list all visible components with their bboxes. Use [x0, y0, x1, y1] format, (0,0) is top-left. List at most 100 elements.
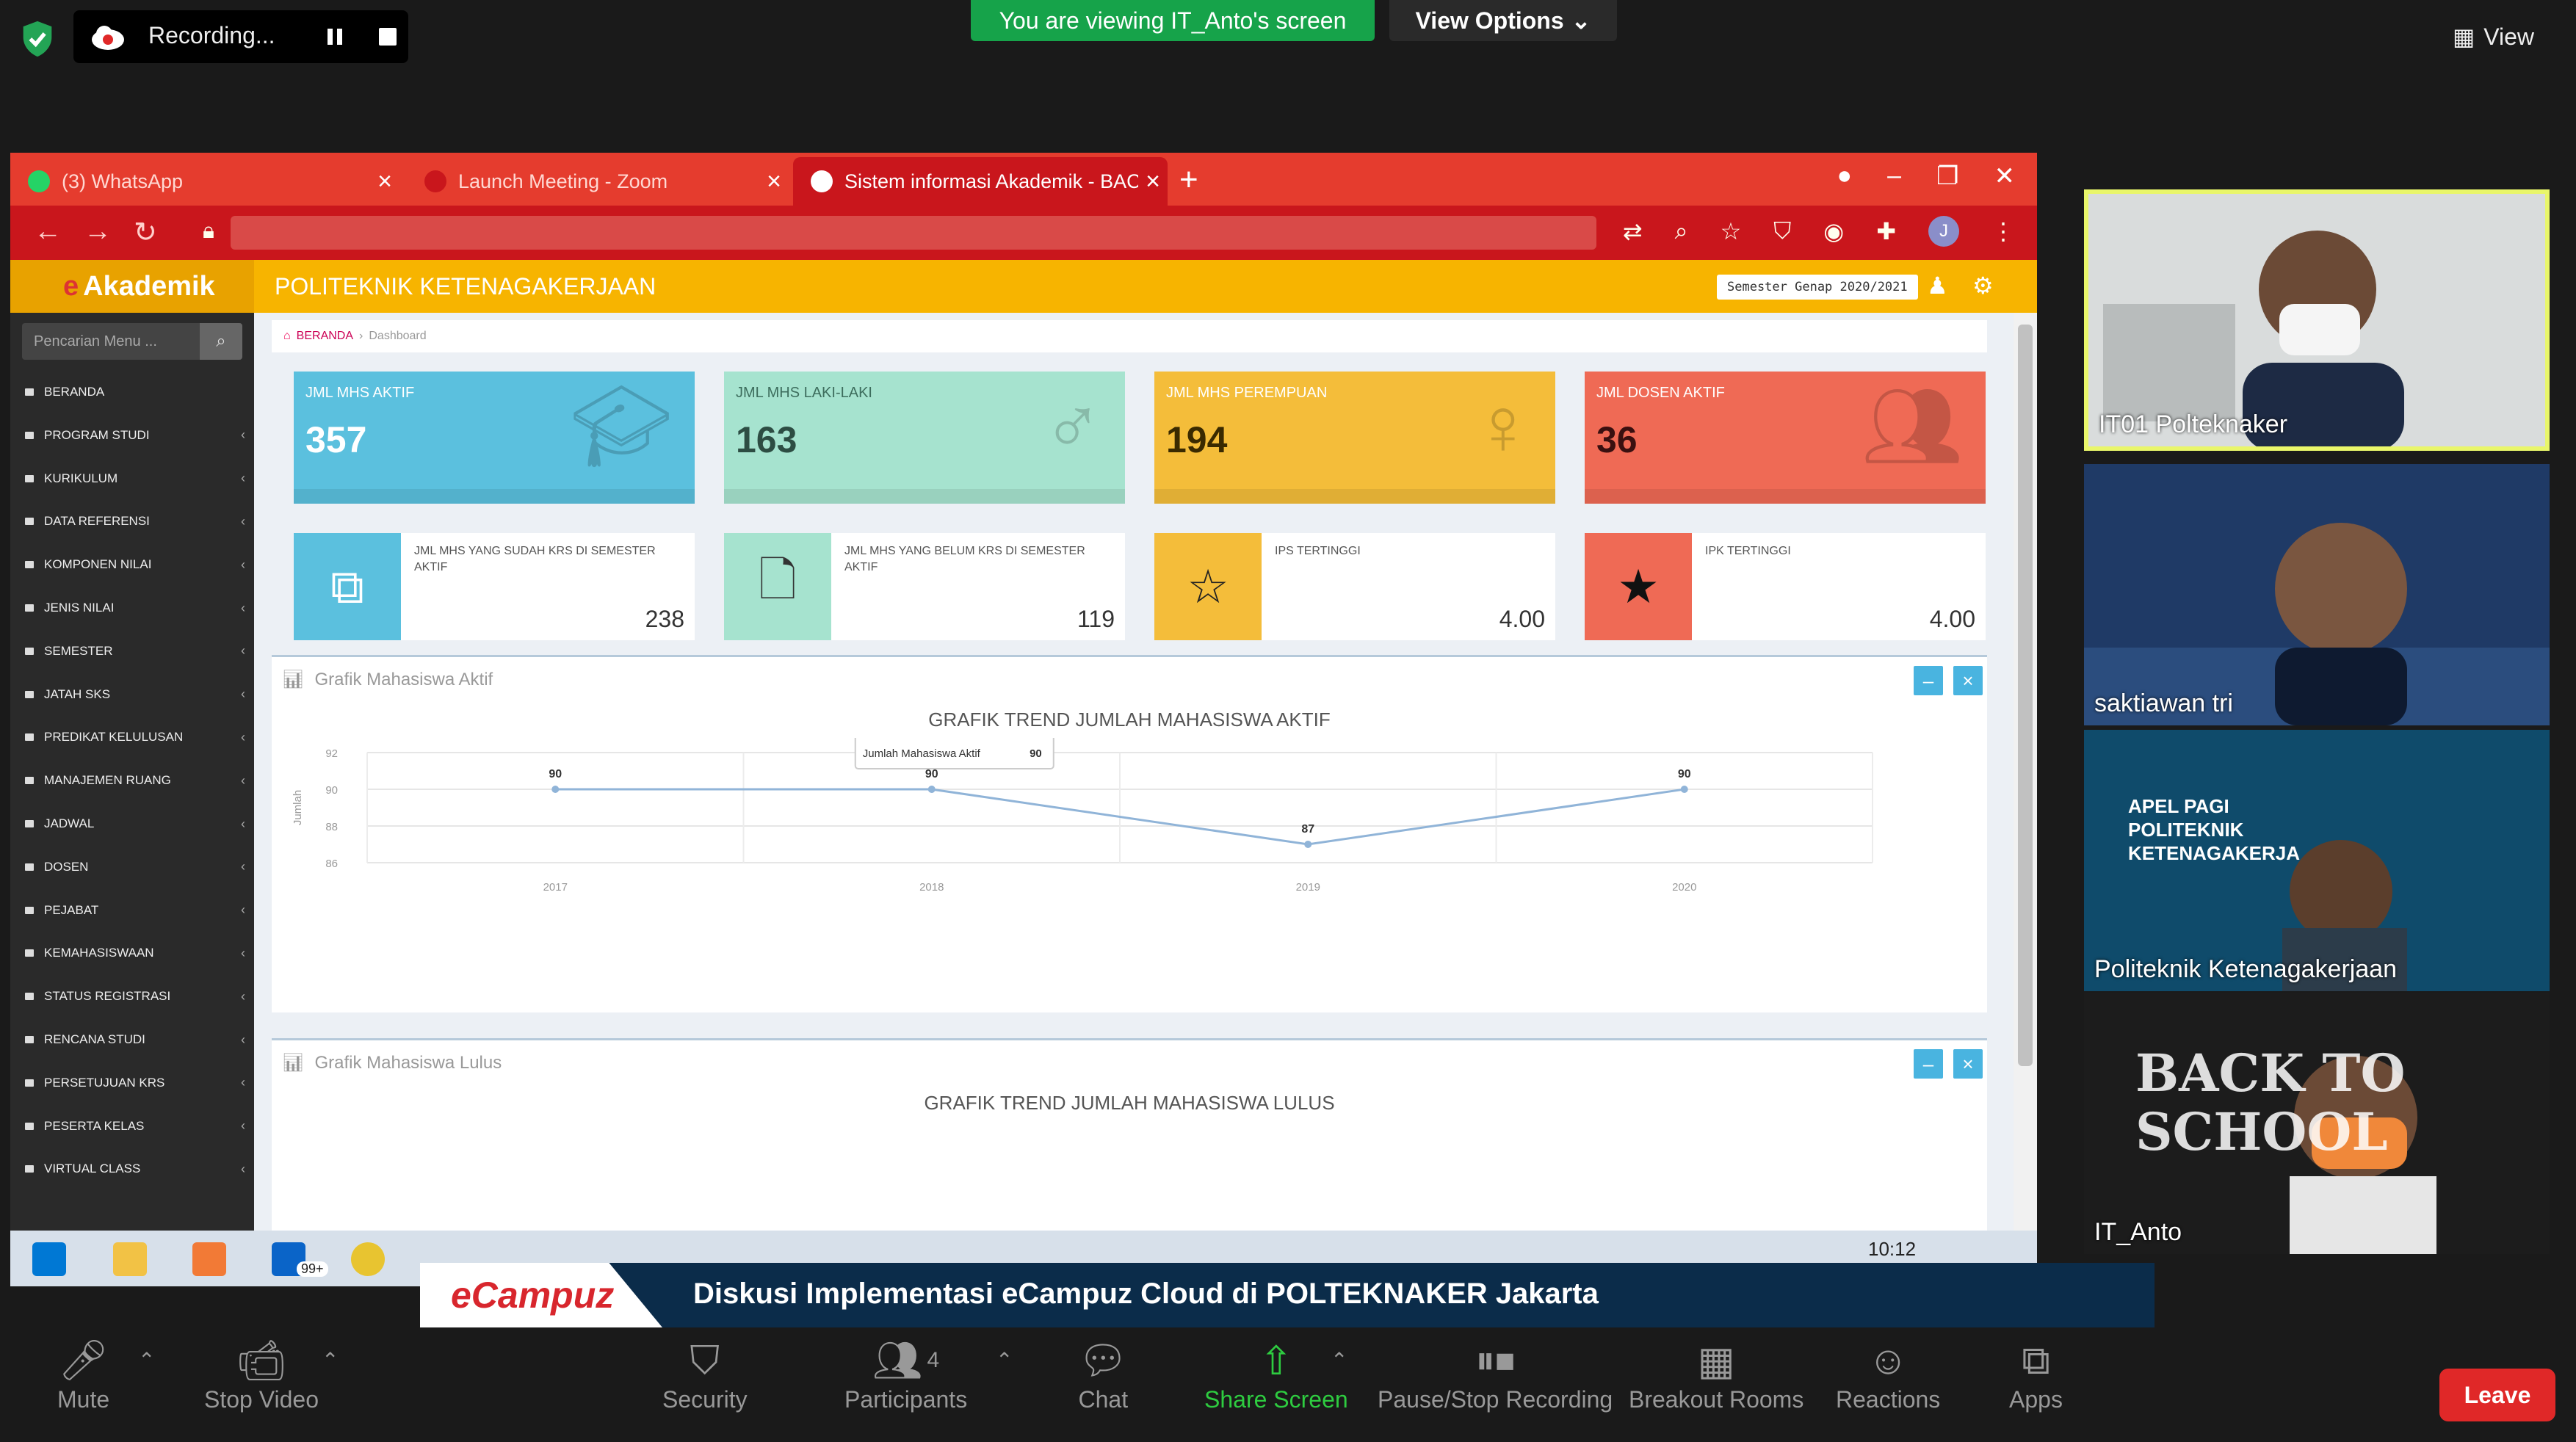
- stop-video-button[interactable]: 📹︎ Stop Video: [204, 1335, 319, 1413]
- profile-avatar-icon[interactable]: J: [1928, 216, 1959, 247]
- share-options-caret-icon[interactable]: ⌃: [1331, 1348, 1347, 1372]
- puzzle-icon[interactable]: ✚: [1876, 217, 1896, 245]
- maximize-icon[interactable]: ❐: [1936, 162, 1958, 191]
- sidebar-item[interactable]: RENCANA STUDI ‹: [25, 1028, 245, 1051]
- info-box-sudah-krs[interactable]: ⧉ JML MHS YANG SUDAH KRS DI SEMESTER AKT…: [294, 533, 695, 640]
- bookmark-star-icon[interactable]: ☆: [1721, 217, 1742, 245]
- back-arrow-icon[interactable]: ←: [34, 216, 62, 247]
- search-icon[interactable]: ⌕: [200, 323, 242, 360]
- tab-whatsapp[interactable]: (3) WhatsApp ×: [10, 157, 399, 206]
- breadcrumb-home-link[interactable]: BERANDA: [297, 330, 353, 343]
- leave-meeting-button[interactable]: Leave: [2439, 1369, 2555, 1421]
- sidebar-item[interactable]: KEMAHASISWAAN ‹: [25, 941, 245, 965]
- sidebar-item[interactable]: DATA REFERENSI ‹: [25, 510, 245, 533]
- info-box-belum-krs[interactable]: 🗋︎ JML MHS YANG BELUM KRS DI SEMESTER AK…: [724, 533, 1125, 640]
- sidebar-item-label: JATAH SKS: [44, 686, 111, 701]
- participants-options-caret-icon[interactable]: ⌃: [996, 1348, 1013, 1372]
- sidebar-item[interactable]: MANAJEMEN RUANG ‹: [25, 769, 245, 792]
- audio-options-caret-icon[interactable]: ⌃: [138, 1348, 155, 1372]
- remove-button[interactable]: ×: [1953, 666, 1983, 695]
- tab-zoom[interactable]: Launch Meeting - Zoom ×: [407, 157, 789, 206]
- sidebar-item[interactable]: JADWAL ‹: [25, 812, 245, 836]
- sidebar-item[interactable]: STATUS REGISTRASI ‹: [25, 985, 245, 1008]
- info-box-ips-tertinggi[interactable]: ☆ IPS TERTINGGI 4.00: [1154, 533, 1555, 640]
- security-shield-icon[interactable]: [16, 18, 59, 60]
- security-button[interactable]: ⛉ Security: [662, 1335, 748, 1413]
- pause-recording-icon[interactable]: [325, 26, 345, 47]
- video-options-caret-icon[interactable]: ⌃: [322, 1348, 339, 1372]
- reactions-button[interactable]: ☺ Reactions: [1836, 1335, 1940, 1413]
- close-window-icon[interactable]: ✕: [1994, 162, 2016, 191]
- translate-icon[interactable]: ⇄: [1623, 217, 1643, 245]
- folder-icon: [25, 518, 34, 526]
- brand-logo[interactable]: e Akademik: [10, 260, 254, 313]
- security-shield-icon: ⛉: [690, 1338, 720, 1383]
- chrome-icon[interactable]: [351, 1242, 385, 1276]
- windows-start-icon[interactable]: [32, 1242, 66, 1276]
- info-box-ipk-tertinggi[interactable]: ★ IPK TERTINGGI 4.00: [1585, 533, 1986, 640]
- apps-button[interactable]: ⧉ Apps: [2009, 1335, 2063, 1413]
- collapse-button[interactable]: –: [1914, 666, 1943, 695]
- close-tab-icon[interactable]: ×: [370, 167, 399, 196]
- chevron-left-icon: ‹: [241, 729, 245, 744]
- sidebar-item[interactable]: DOSEN ‹: [25, 855, 245, 879]
- tab-akademik[interactable]: Sistem informasi Akademik - BAC ×: [793, 157, 1168, 206]
- new-tab-button[interactable]: +: [1179, 162, 1198, 198]
- stat-box-mhs-aktif[interactable]: JML MHS AKTIF 357 🎓︎: [294, 372, 695, 504]
- stop-recording-icon[interactable]: [379, 28, 397, 46]
- participant-tile-active[interactable]: IT01 Polteknaker: [2084, 189, 2550, 451]
- sidebar-item[interactable]: KURIKULUM ‹: [25, 467, 245, 490]
- sidebar-item[interactable]: JENIS NILAI ‹: [25, 596, 245, 620]
- remove-button[interactable]: ×: [1953, 1049, 1983, 1079]
- sidebar-item[interactable]: JATAH SKS ‹: [25, 683, 245, 706]
- collapse-button[interactable]: –: [1914, 1049, 1943, 1079]
- chevron-left-icon: ‹: [241, 686, 245, 702]
- camera-icon[interactable]: ◉: [1823, 217, 1844, 245]
- sidebar-item[interactable]: PEJABAT ‹: [25, 899, 245, 922]
- zoom-icon[interactable]: ⌕: [1675, 217, 1688, 245]
- whatsapp-icon: [28, 170, 50, 192]
- forward-arrow-icon[interactable]: →: [84, 216, 112, 247]
- participant-tile[interactable]: BACK TO SCHOOL IT_Anto: [2084, 993, 2550, 1254]
- sidebar-item[interactable]: BERANDA: [25, 380, 245, 404]
- url-input[interactable]: [231, 216, 1596, 250]
- sidebar-item[interactable]: SEMESTER ‹: [25, 640, 245, 663]
- share-screen-button[interactable]: ⇧ Share Screen: [1204, 1335, 1348, 1413]
- participants-button[interactable]: 👥︎ 4 Participants: [844, 1335, 967, 1413]
- x-tick-label: 2019: [1296, 881, 1320, 894]
- xampp-icon[interactable]: [192, 1242, 226, 1276]
- minimize-icon[interactable]: –: [1887, 162, 1901, 191]
- pause-stop-recording-button[interactable]: ⏸︎⏹︎ Pause/Stop Recording: [1378, 1335, 1613, 1413]
- mute-button[interactable]: 🎤︎ Mute: [57, 1335, 109, 1413]
- scrollbar-thumb[interactable]: [2018, 325, 2033, 1066]
- chat-button[interactable]: 💬︎ Chat: [1078, 1335, 1129, 1413]
- folder-icon: [25, 431, 34, 439]
- reload-icon[interactable]: ↻: [134, 216, 157, 249]
- view-options-button[interactable]: View Options ⌄: [1389, 0, 1617, 41]
- gear-icon[interactable]: ⚙: [1972, 272, 1994, 300]
- stat-box-dosen-aktif[interactable]: JML DOSEN AKTIF 36 👥︎: [1585, 372, 1986, 504]
- sidebar-item[interactable]: PESERTA KELAS ‹: [25, 1115, 245, 1138]
- sidebar-item[interactable]: PREDIKAT KELULUSAN ‹: [25, 725, 245, 749]
- close-tab-icon[interactable]: ×: [1138, 167, 1168, 196]
- view-button[interactable]: ▦ View: [2453, 15, 2563, 59]
- stat-box-mhs-perempuan[interactable]: JML MHS PEREMPUAN 194 ♀: [1154, 372, 1555, 504]
- sidebar-item[interactable]: KOMPONEN NILAI ‹: [25, 553, 245, 576]
- sidebar-item[interactable]: VIRTUAL CLASS ‹: [25, 1157, 245, 1181]
- address-bar-row: ← → ↻ 🔒︎ ⇄ ⌕ ☆ ⛉ ◉ ✚ J ⋮: [10, 206, 2037, 260]
- extension-shield-icon[interactable]: ⛉: [1773, 217, 1791, 245]
- semester-badge[interactable]: Semester Genap 2020/2021: [1717, 275, 1918, 300]
- stat-box-mhs-laki[interactable]: JML MHS LAKI-LAKI 163 ♂: [724, 372, 1125, 504]
- breakout-rooms-button[interactable]: ▦ Breakout Rooms: [1629, 1335, 1803, 1413]
- notification-bell-icon[interactable]: ♟: [1927, 272, 1948, 300]
- close-tab-icon[interactable]: ×: [759, 167, 789, 196]
- participant-tile[interactable]: APEL PAGI POLITEKNIK KETENAGAKERJA Polit…: [2084, 730, 2550, 991]
- sidebar-item[interactable]: PERSETUJUAN KRS ‹: [25, 1071, 245, 1095]
- stat-title: JML MHS LAKI-LAKI: [736, 385, 872, 401]
- data-label: 90: [925, 768, 938, 780]
- page-scrollbar[interactable]: [2014, 313, 2037, 1270]
- menu-dots-icon[interactable]: ⋮: [1991, 217, 2015, 245]
- participant-tile[interactable]: saktiawan tri: [2084, 464, 2550, 725]
- file-explorer-icon[interactable]: [113, 1242, 147, 1276]
- sidebar-item[interactable]: PROGRAM STUDI ‹: [25, 424, 245, 447]
